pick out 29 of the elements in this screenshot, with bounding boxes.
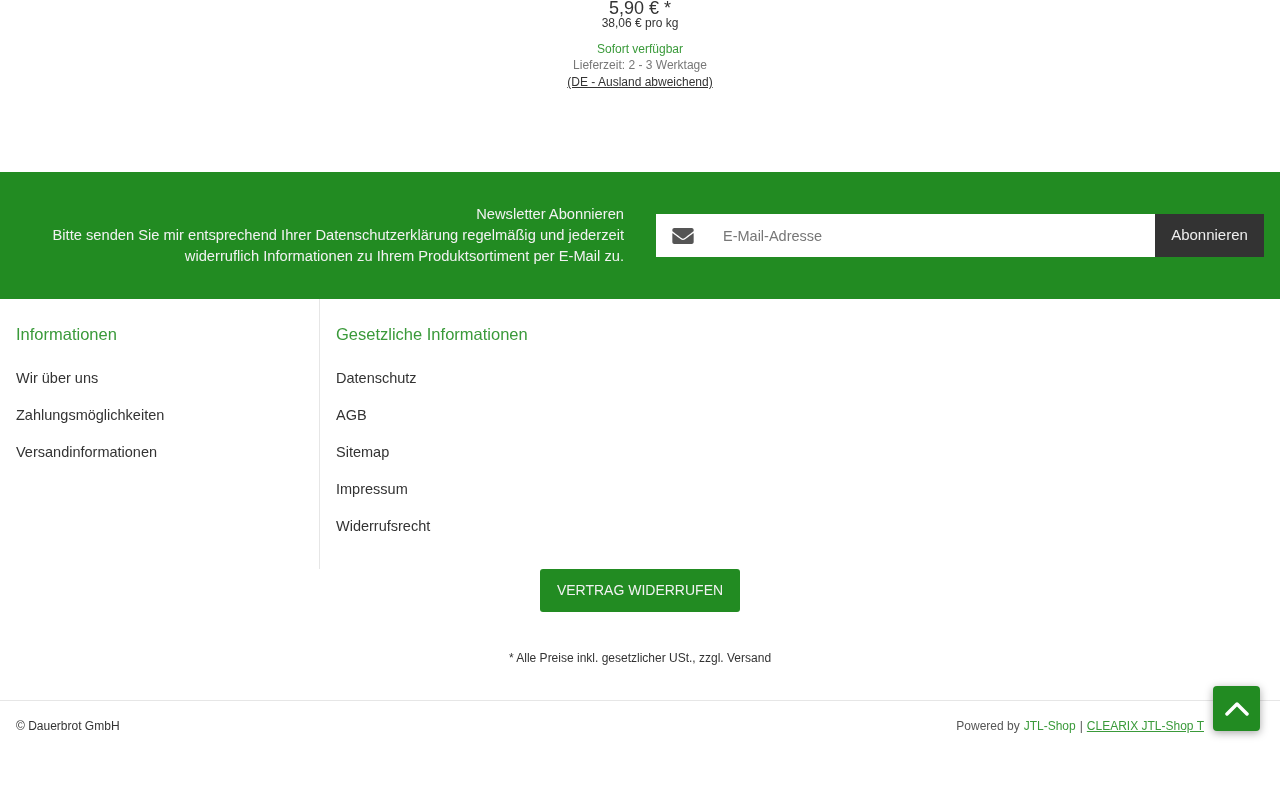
availability-status: Sofort verfügbar	[596, 41, 683, 57]
unit-price: 38,06 € pro kg	[601, 16, 679, 31]
column-heading: Informationen	[16, 324, 118, 345]
footer-link[interactable]: Wir über uns	[16, 368, 99, 389]
footer-link[interactable]: Zahlungsmöglichkeiten	[16, 405, 165, 426]
withdraw-contract-button[interactable]: VERTRAG WIDERRUFEN	[540, 569, 740, 612]
scroll-to-top-button[interactable]	[1213, 686, 1260, 731]
footer-link[interactable]: Widerrufsrecht	[336, 516, 431, 537]
copyright-text: © Dauerbrot GmbH	[16, 718, 120, 734]
email-field[interactable]: E-Mail-Adresse	[710, 214, 1155, 257]
column-heading: Gesetzliche Informationen	[336, 324, 529, 345]
footer-link[interactable]: Impressum	[336, 479, 408, 500]
footer-link[interactable]: Datenschutz	[336, 368, 417, 389]
newsletter-title: Newsletter Abonnieren	[476, 205, 624, 224]
delivery-note-link[interactable]: (DE - Ausland abweichend)	[567, 74, 713, 91]
newsletter-description: Bitte senden Sie mir entsprechend Ihrer Datenschutzerklärung regelmäßig und jederzeit widerruflich Informationen zu Ihrem Produktsortiment per E-Mail zu.	[51, 226, 624, 266]
chevron-up-icon	[1224, 701, 1249, 716]
footer-link[interactable]: Sitemap	[336, 442, 390, 463]
separator-text: |	[1079, 718, 1083, 734]
product-price: 5,90 € *	[608, 0, 672, 16]
footer-credit-link[interactable]: JTL-Shop	[1023, 718, 1076, 734]
price-note: * Alle Preise inkl. gesetzlicher USt., zzgl. Versand	[508, 650, 772, 666]
powered-by-text: Powered by	[956, 718, 1020, 734]
footer-link[interactable]: AGB	[336, 405, 367, 426]
subscribe-button[interactable]: Abonnieren	[1155, 214, 1264, 257]
footer-credit-link[interactable]: CLEARIX JTL-Shop T	[1086, 718, 1204, 734]
delivery-time: Lieferzeit: 2 - 3 Werktage	[573, 57, 707, 74]
envelope-icon	[656, 214, 710, 257]
footer-link[interactable]: Versandinformationen	[16, 442, 158, 463]
